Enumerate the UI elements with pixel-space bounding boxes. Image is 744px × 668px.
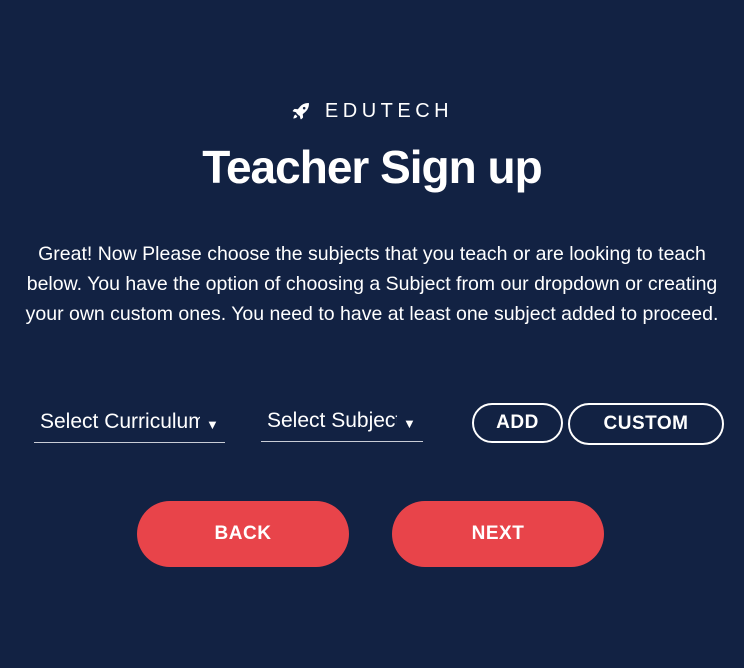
subject-select-value: Select Subject xyxy=(267,409,397,432)
custom-subject-button[interactable]: CUSTOM xyxy=(568,403,724,445)
curriculum-select-value: Select Curriculum xyxy=(40,410,200,433)
brand: EDUTECH xyxy=(0,98,744,123)
curriculum-select[interactable]: Select Curriculum ▼ xyxy=(34,402,225,443)
caret-down-icon: ▼ xyxy=(403,415,416,431)
back-button[interactable]: BACK xyxy=(137,501,349,567)
caret-down-icon: ▼ xyxy=(206,416,219,432)
brand-name: EDUTECH xyxy=(324,100,454,122)
page-title: Teacher Sign up xyxy=(202,141,542,193)
instructions-text: Great! Now Please choose the subjects th… xyxy=(25,243,719,325)
add-subject-button[interactable]: ADD xyxy=(472,403,563,443)
rocket-icon xyxy=(291,101,311,121)
next-button[interactable]: NEXT xyxy=(392,501,604,567)
subject-select[interactable]: Select Subject ▼ xyxy=(261,401,423,442)
